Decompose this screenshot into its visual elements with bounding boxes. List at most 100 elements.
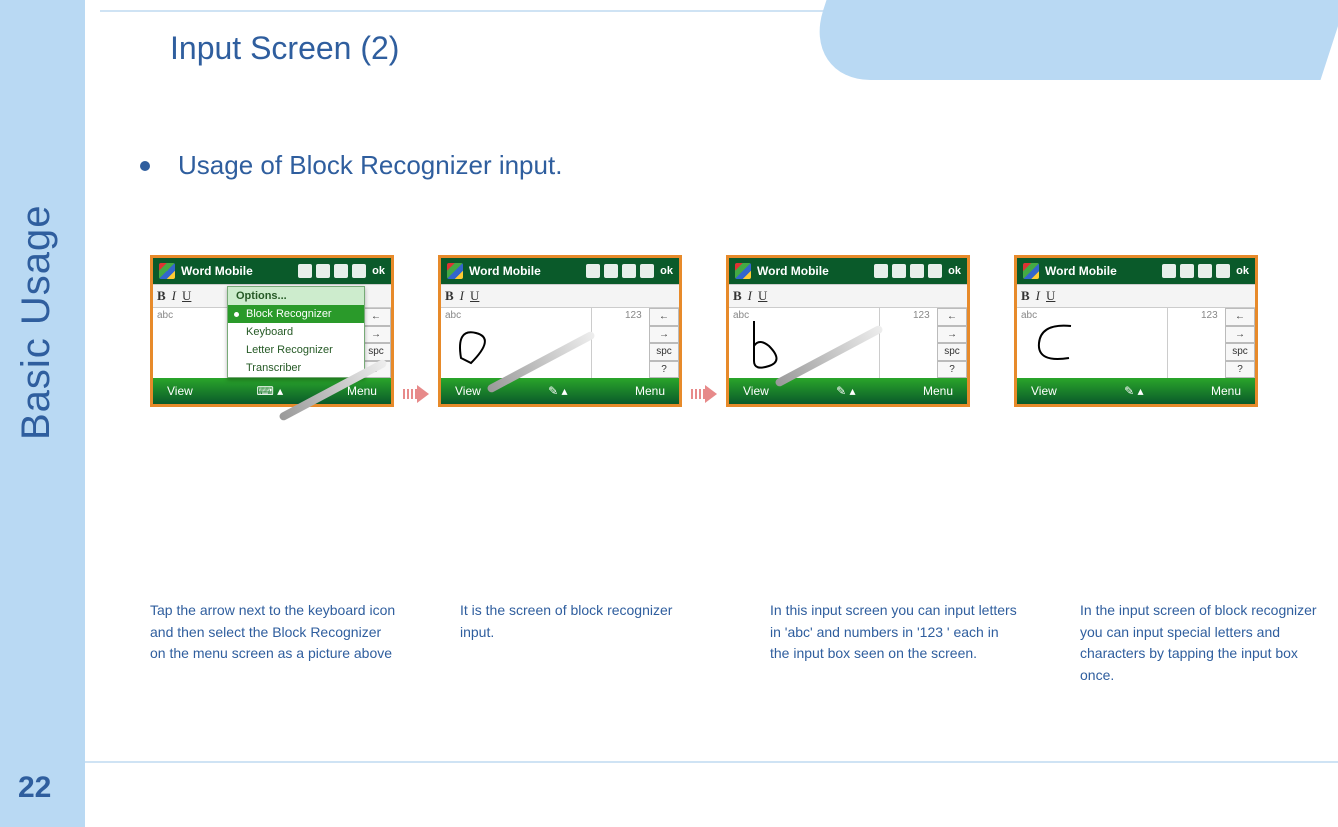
italic-button[interactable]: I [1036,288,1040,304]
input-side-keys: ← → spc ? [361,308,391,378]
status-icon [298,264,312,278]
input-selector-icon[interactable]: ⌨ ▴ [257,384,284,398]
app-title: Word Mobile [469,264,541,278]
signal-icon [334,264,348,278]
input-selector-icon[interactable]: ✎ ▴ [548,384,567,398]
input-selector-icon[interactable]: ✎ ▴ [1124,384,1143,398]
ok-button[interactable]: ok [948,265,961,277]
softkey-left[interactable]: View [743,384,769,398]
zone-divider [879,308,880,378]
start-icon[interactable] [735,263,751,279]
volume-icon [928,264,942,278]
status-icon [1162,264,1176,278]
menu-item-letter-recognizer[interactable]: Letter Recognizer [228,341,364,359]
zone-divider [1167,308,1168,378]
device-titlebar: Word Mobile ok [729,258,967,284]
input-side-keys: ← → spc ? [1225,308,1255,378]
status-icon [874,264,888,278]
handwriting-stroke [1031,318,1081,366]
softkey-right[interactable]: Menu [1211,384,1241,398]
manual-page: Basic Usage 22 Input Screen (2) Usage of… [0,0,1338,827]
softkey-left[interactable]: View [1031,384,1057,398]
ok-button[interactable]: ok [372,265,385,277]
ok-button[interactable]: ok [1236,265,1249,277]
ok-button[interactable]: ok [660,265,673,277]
screenshot-3: Word Mobile ok B I U abc 123 ← → [726,255,970,407]
num-zone-label: 123 [1201,310,1218,321]
menu-header[interactable]: Options... [228,287,364,305]
key-space[interactable]: spc [361,343,391,361]
footer-rule [85,761,1338,763]
menu-item-transcriber[interactable]: Transcriber [228,359,364,377]
input-panel[interactable]: abc 123 ← → spc ? [441,307,679,378]
sync-icon [604,264,618,278]
volume-icon [352,264,366,278]
key-back[interactable]: ← [937,308,967,326]
italic-button[interactable]: I [460,288,464,304]
device-softkeys: View ✎ ▴ Menu [1017,378,1255,404]
key-help[interactable]: ? [361,361,391,379]
key-back[interactable]: ← [649,308,679,326]
format-toolbar[interactable]: B I U [441,284,679,307]
softkey-right[interactable]: Menu [635,384,665,398]
screenshot-1: Word Mobile ok B I U abc 123 ← → [150,255,394,407]
format-toolbar[interactable]: B I U [1017,284,1255,307]
menu-item-block-recognizer[interactable]: Block Recognizer [228,305,364,323]
sync-icon [316,264,330,278]
key-help[interactable]: ? [1225,361,1255,379]
step-arrow [394,255,438,403]
key-forward[interactable]: → [1225,326,1255,344]
key-help[interactable]: ? [649,361,679,379]
key-space[interactable]: spc [649,343,679,361]
key-space[interactable]: spc [937,343,967,361]
start-icon[interactable] [447,263,463,279]
sync-icon [892,264,906,278]
caption-3: In this input screen you can input lette… [770,600,1020,687]
screenshot-row: Word Mobile ok B I U abc 123 ← → [150,255,1258,407]
key-forward[interactable]: → [361,326,391,344]
bullet-icon [140,161,150,171]
device-softkeys: View ✎ ▴ Menu [441,378,679,404]
softkey-left[interactable]: View [167,384,193,398]
device-softkeys: View ⌨ ▴ Menu [153,378,391,404]
key-back[interactable]: ← [361,308,391,326]
device-titlebar: Word Mobile ok [441,258,679,284]
italic-button[interactable]: I [172,288,176,304]
underline-button[interactable]: U [758,288,767,304]
key-forward[interactable]: → [649,326,679,344]
page-number: 22 [18,771,51,805]
softkey-left[interactable]: View [455,384,481,398]
start-icon[interactable] [159,263,175,279]
signal-icon [1198,264,1212,278]
key-forward[interactable]: → [937,326,967,344]
underline-button[interactable]: U [1046,288,1055,304]
bold-button[interactable]: B [445,288,454,304]
bold-button[interactable]: B [733,288,742,304]
caption-2: It is the screen of block recognizer inp… [460,600,710,687]
caption-1: Tap the arrow next to the keyboard icon … [150,600,400,687]
input-side-keys: ← → spc ? [649,308,679,378]
softkey-right[interactable]: Menu [923,384,953,398]
input-selector-icon[interactable]: ✎ ▴ [836,384,855,398]
key-help[interactable]: ? [937,361,967,379]
format-toolbar[interactable]: B I U [729,284,967,307]
softkey-right[interactable]: Menu [347,384,377,398]
screenshot-4: Word Mobile ok B I U abc 123 ← → [1014,255,1258,407]
input-panel[interactable]: abc 123 ← → spc ? [729,307,967,378]
bold-button[interactable]: B [1021,288,1030,304]
sync-icon [1180,264,1194,278]
start-icon[interactable] [1023,263,1039,279]
underline-button[interactable]: U [470,288,479,304]
top-banner [801,0,1338,80]
device-titlebar: Word Mobile ok [153,258,391,284]
key-space[interactable]: spc [1225,343,1255,361]
volume-icon [1216,264,1230,278]
section-label: Basic Usage [14,204,59,440]
input-panel[interactable]: abc 123 ← → spc ? [1017,307,1255,378]
key-back[interactable]: ← [1225,308,1255,326]
italic-button[interactable]: I [748,288,752,304]
menu-item-keyboard[interactable]: Keyboard [228,323,364,341]
underline-button[interactable]: U [182,288,191,304]
top-rule [100,10,880,12]
bold-button[interactable]: B [157,288,166,304]
